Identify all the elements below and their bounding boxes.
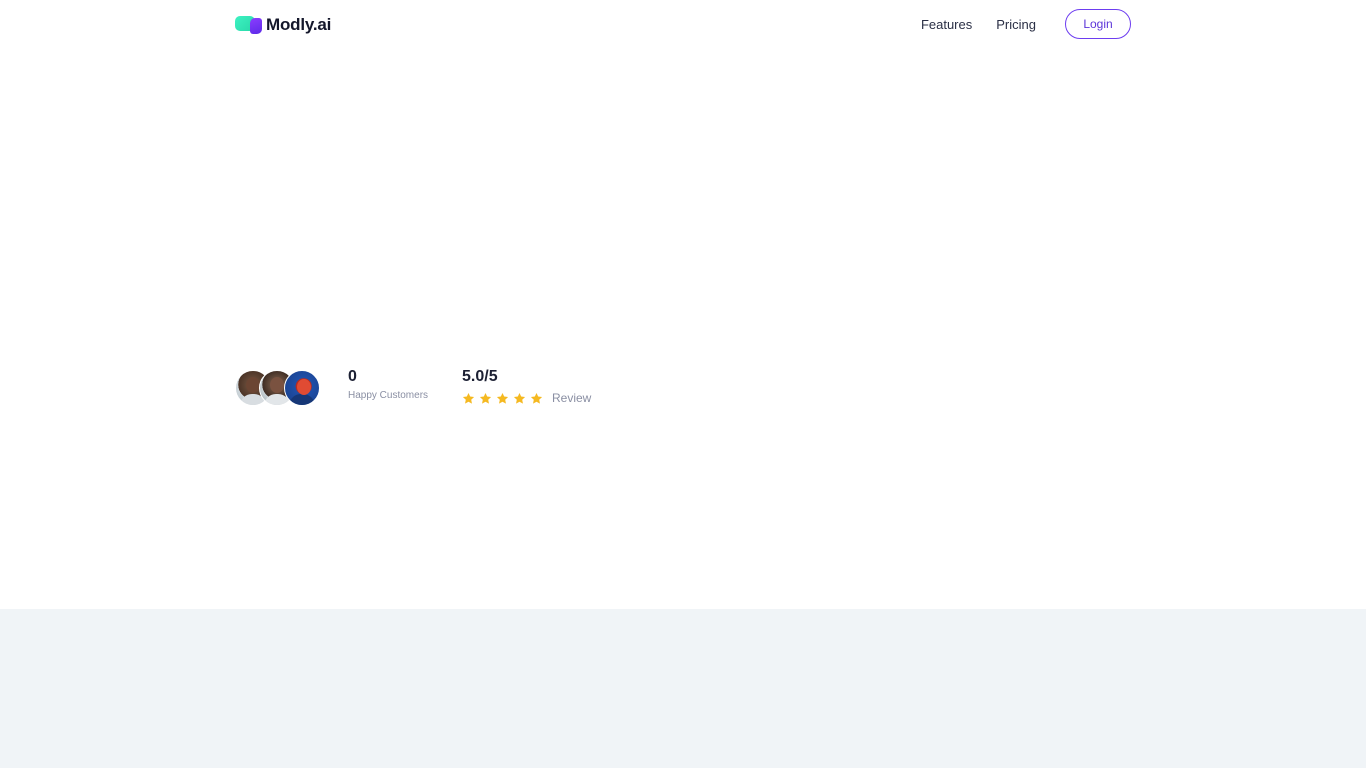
brand-name: Modly.ai xyxy=(266,15,332,34)
rating-stars: Review xyxy=(462,391,591,405)
lower-section xyxy=(0,609,1366,768)
rating-stat: 5.0/5 Review xyxy=(462,368,591,406)
logo-icon xyxy=(235,15,262,35)
hero-section: Modly.ai Features Pricing Login 0 Happy … xyxy=(0,0,1366,609)
customer-avatars xyxy=(235,370,321,406)
customers-stat: 0 Happy Customers xyxy=(348,368,429,402)
logo-link[interactable]: Modly.ai xyxy=(235,14,331,36)
login-button[interactable]: Login xyxy=(1065,9,1131,39)
nav-link-pricing[interactable]: Pricing xyxy=(996,17,1036,32)
site-header: Modly.ai Features Pricing Login xyxy=(235,8,1131,40)
star-icon xyxy=(513,392,526,405)
star-icon xyxy=(496,392,509,405)
main-nav: Features Pricing Login xyxy=(921,8,1131,40)
page: Modly.ai Features Pricing Login 0 Happy … xyxy=(0,0,1366,768)
nav-link-features[interactable]: Features xyxy=(921,17,972,32)
star-icon xyxy=(530,392,543,405)
review-label: Review xyxy=(552,391,592,405)
star-icon xyxy=(479,392,492,405)
social-proof: 0 Happy Customers 5.0/5 Review xyxy=(235,369,615,409)
avatar xyxy=(284,370,320,406)
rating-value: 5.0/5 xyxy=(462,368,498,385)
star-icon xyxy=(462,392,475,405)
customers-label: Happy Customers xyxy=(348,390,429,401)
customers-count: 0 xyxy=(348,368,357,385)
